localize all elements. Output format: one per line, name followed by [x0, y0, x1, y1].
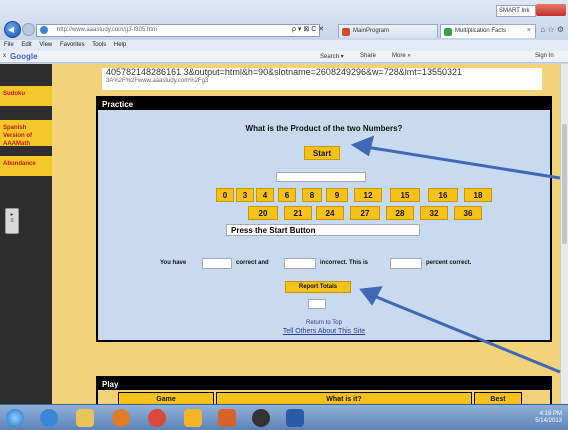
ad-code-line-2: 3A%2F%2Fwww.aaastudy.com%2Fg3: [106, 78, 209, 84]
smart-ink-toolbar[interactable]: SMART Ink: [496, 5, 536, 17]
tab-favicon-icon: [444, 28, 452, 36]
correct-count-box: [202, 258, 232, 269]
play-col-game: Game: [118, 392, 214, 404]
menu-help[interactable]: Help: [114, 42, 126, 48]
menu-view[interactable]: View: [39, 42, 52, 48]
score-you-have: You have: [160, 260, 187, 266]
window-close-button[interactable]: [536, 4, 566, 16]
address-tools[interactable]: ρ ▾ ⊠ C ✕: [292, 25, 324, 33]
browser-titlebar: http://www.aaastudy.com/g3-t305.htm ρ ▾ …: [0, 0, 568, 40]
tab-label: MainProgram: [353, 28, 390, 34]
vertical-scrollbar[interactable]: [560, 64, 568, 404]
answer-button-8[interactable]: 8: [302, 188, 322, 202]
status-message: Press the Start Button: [226, 224, 420, 236]
answer-button-24[interactable]: 24: [316, 206, 344, 220]
media-player-icon[interactable]: [112, 409, 130, 427]
score-incorrect-label: incorrect. This is: [320, 260, 369, 266]
tab-label: Multiplication Facts: [455, 28, 507, 34]
play-panel: Play Game What is it? Best: [96, 376, 552, 404]
left-sidebar: Sudoku Spanish Version of AAAMath Abunda…: [0, 64, 52, 404]
camera-icon[interactable]: [252, 409, 270, 427]
return-to-top-link[interactable]: Return to Top: [98, 320, 550, 326]
problem-display: [276, 172, 366, 182]
answer-button-12[interactable]: 12: [354, 188, 382, 202]
tab-favicon-icon: [342, 28, 350, 36]
word-icon[interactable]: [286, 409, 304, 427]
percent-box: [390, 258, 422, 269]
web-page: Sudoku Spanish Version of AAAMath Abunda…: [0, 64, 568, 404]
clock-date: 5/14/2013: [535, 418, 562, 424]
answer-button-3[interactable]: 3: [236, 188, 254, 202]
folder-icon[interactable]: [76, 409, 94, 427]
sidebar-drag-handle[interactable]: ▸ ≡: [5, 208, 19, 234]
google-toolbar: x Google Search ▾ Share More » Sign In: [0, 51, 568, 63]
answer-button-27[interactable]: 27: [350, 206, 380, 220]
incorrect-count-box: [284, 258, 316, 269]
sidebar-item-abundance[interactable]: Abundance: [0, 156, 52, 176]
answer-button-32[interactable]: 32: [420, 206, 448, 220]
system-tray-clock[interactable]: 4:19 PM 5/14/2013: [535, 411, 562, 425]
report-totals-button[interactable]: Report Totals: [285, 281, 351, 293]
toolbar-close-icon[interactable]: x: [3, 53, 6, 59]
google-signin-button[interactable]: Sign In: [535, 53, 554, 59]
home-star-gear-icons[interactable]: ⌂ ☆ ⚙: [540, 25, 564, 34]
play-heading: Play: [98, 378, 550, 390]
tab-multiplication-facts[interactable]: Multiplication Facts ×: [440, 24, 536, 38]
ie-icon[interactable]: [40, 409, 58, 427]
menu-file[interactable]: File: [4, 42, 14, 48]
chrome-icon[interactable]: [148, 409, 166, 427]
sidebar-item-sudoku[interactable]: Sudoku: [0, 86, 52, 106]
tab-mainprogram[interactable]: MainProgram: [338, 24, 438, 38]
address-text: http://www.aaastudy.com/g3-t305.htm: [57, 27, 157, 33]
menu-bar: File Edit View Favorites Tools Help: [0, 40, 568, 51]
answer-button-4[interactable]: 4: [256, 188, 274, 202]
scrollbar-thumb[interactable]: [562, 124, 567, 244]
start-button[interactable]: Start: [304, 146, 340, 160]
ad-code-text: 405782148286161 3&output=html&h=90&slotn…: [102, 68, 542, 90]
main-content: 405782148286161 3&output=html&h=90&slotn…: [52, 64, 560, 404]
answer-button-36[interactable]: 36: [454, 206, 482, 220]
clock-time: 4:19 PM: [539, 411, 562, 417]
tell-others-link[interactable]: Tell Others About This Site: [98, 328, 550, 335]
answer-button-9[interactable]: 9: [326, 188, 348, 202]
close-tab-icon[interactable]: ×: [527, 27, 531, 34]
windows-taskbar: 4:19 PM 5/14/2013: [0, 404, 568, 430]
google-share-button[interactable]: Share: [360, 53, 376, 59]
play-col-what: What is it?: [216, 392, 472, 404]
score-percent-label: percent correct.: [426, 260, 472, 266]
menu-tools[interactable]: Tools: [92, 42, 106, 48]
answer-button-6[interactable]: 6: [278, 188, 296, 202]
question-text: What is the Product of the two Numbers?: [245, 124, 403, 133]
score-correct-label: correct and: [236, 260, 269, 266]
answer-button-20[interactable]: 20: [248, 206, 278, 220]
powerpoint-icon[interactable]: [218, 409, 236, 427]
google-logo[interactable]: Google: [10, 52, 38, 61]
ie-favicon-icon: [40, 26, 48, 34]
answer-button-18[interactable]: 18: [464, 188, 492, 202]
menu-favorites[interactable]: Favorites: [60, 42, 85, 48]
forward-button[interactable]: [22, 23, 35, 36]
sidebar-item-spanish[interactable]: Spanish Version of AAAMath: [0, 120, 52, 147]
google-more-button[interactable]: More »: [392, 53, 411, 59]
answer-button-0[interactable]: 0: [216, 188, 234, 202]
practice-panel: Practice What is the Product of the two …: [96, 96, 552, 342]
play-col-best: Best: [474, 392, 522, 404]
answer-button-21[interactable]: 21: [284, 206, 312, 220]
answer-button-15[interactable]: 15: [390, 188, 420, 202]
address-bar[interactable]: http://www.aaastudy.com/g3-t305.htm: [36, 24, 320, 37]
paint-icon[interactable]: [184, 409, 202, 427]
ad-code-line-1: 405782148286161 3&output=html&h=90&slotn…: [106, 68, 463, 77]
google-search-button[interactable]: Search ▾: [320, 53, 344, 60]
totals-box: [308, 299, 326, 309]
answer-button-28[interactable]: 28: [386, 206, 414, 220]
start-orb-icon[interactable]: [6, 409, 24, 427]
back-button[interactable]: [4, 21, 21, 38]
answer-button-16[interactable]: 16: [428, 188, 458, 202]
practice-heading: Practice: [98, 98, 550, 110]
menu-edit[interactable]: Edit: [21, 42, 31, 48]
